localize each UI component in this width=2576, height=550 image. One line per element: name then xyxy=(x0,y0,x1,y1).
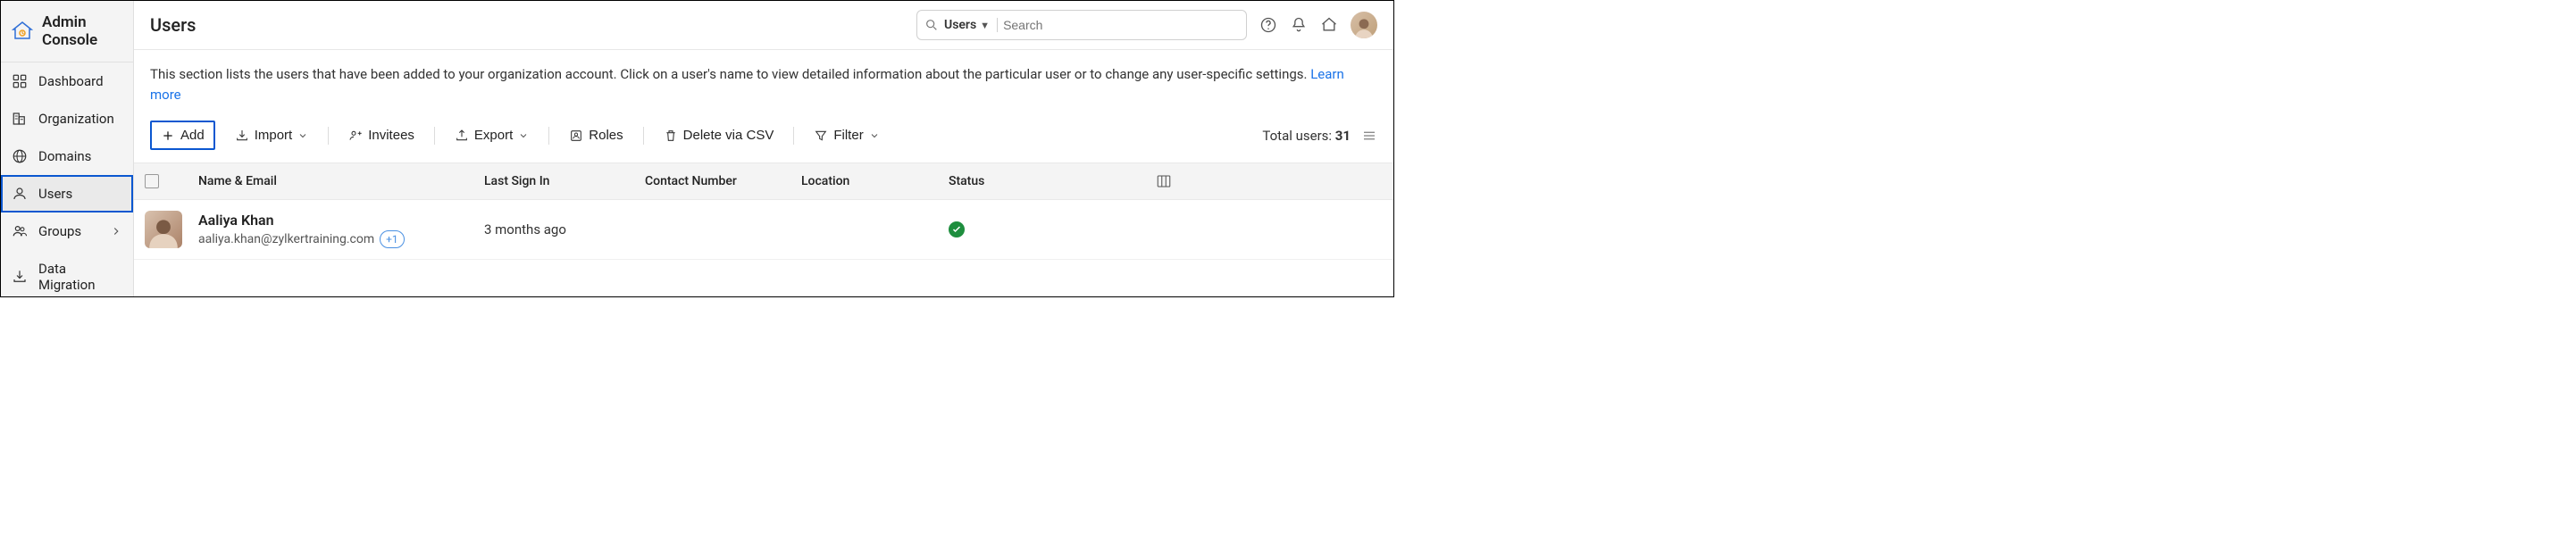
search-scope-label: Users xyxy=(944,18,976,32)
sidebar-item-label: Dashboard xyxy=(38,73,104,89)
select-all-checkbox[interactable] xyxy=(145,174,159,188)
topbar: Users Users ▼ xyxy=(134,1,1393,50)
table-header: Name & Email Last Sign In Contact Number… xyxy=(134,162,1393,200)
search-icon xyxy=(924,18,939,32)
sidebar-item-groups[interactable]: Groups xyxy=(1,212,133,250)
column-settings-icon[interactable] xyxy=(1156,173,1172,189)
sidebar-item-dashboard[interactable]: Dashboard xyxy=(1,62,133,100)
trash-icon xyxy=(664,129,678,143)
organization-icon xyxy=(12,111,28,127)
main-content: Users Users ▼ This section xyxy=(134,1,1393,296)
total-users: Total users: 31 xyxy=(1262,128,1351,144)
roles-button[interactable]: Roles xyxy=(560,122,631,148)
group-icon xyxy=(12,223,28,239)
filter-button[interactable]: Filter xyxy=(805,122,888,148)
sidebar-item-label: Domains xyxy=(38,148,91,164)
export-icon xyxy=(455,129,469,143)
user-email: aaliya.khan@zylkertraining.com +1 xyxy=(198,230,484,248)
user-row-avatar xyxy=(145,211,182,248)
import-button[interactable]: Import xyxy=(226,122,318,148)
chevron-right-icon xyxy=(110,225,122,238)
sidebar-item-organization[interactable]: Organization xyxy=(1,100,133,138)
last-signin-value: 3 months ago xyxy=(484,221,645,238)
sidebar-item-data-migration[interactable]: Data Migration xyxy=(1,250,133,304)
page-title: Users xyxy=(150,14,196,36)
user-name: Aaliya Khan xyxy=(198,212,484,229)
col-location[interactable]: Location xyxy=(801,174,949,188)
sidebar-header: Admin Console xyxy=(1,1,133,62)
user-icon xyxy=(12,186,28,202)
extra-email-badge[interactable]: +1 xyxy=(380,230,405,248)
search-input[interactable] xyxy=(1003,18,1239,32)
sidebar-item-label: Organization xyxy=(38,111,114,127)
col-contact[interactable]: Contact Number xyxy=(645,174,801,188)
caret-down-icon: ▼ xyxy=(980,20,990,31)
help-icon[interactable] xyxy=(1259,16,1277,34)
col-last-signin[interactable]: Last Sign In xyxy=(484,174,645,188)
status-value xyxy=(949,221,1136,238)
col-name-email[interactable]: Name & Email xyxy=(198,174,484,188)
roles-icon xyxy=(569,129,583,143)
export-button[interactable]: Export xyxy=(446,122,538,148)
col-status[interactable]: Status xyxy=(949,174,1136,188)
home-icon[interactable] xyxy=(1320,16,1338,34)
density-icon[interactable] xyxy=(1361,128,1377,144)
chevron-down-icon xyxy=(297,130,308,141)
chevron-down-icon xyxy=(518,130,529,141)
section-description: This section lists the users that have b… xyxy=(150,64,1377,104)
sidebar-item-label: Data Migration xyxy=(38,261,122,293)
globe-icon xyxy=(12,148,28,164)
import-icon xyxy=(235,129,249,143)
sidebar-item-label: Groups xyxy=(38,223,81,239)
table-row[interactable]: Aaliya Khan aaliya.khan@zylkertraining.c… xyxy=(134,200,1393,260)
user-avatar[interactable] xyxy=(1351,12,1377,38)
delete-csv-button[interactable]: Delete via CSV xyxy=(655,122,783,148)
migration-icon xyxy=(12,269,28,285)
app-logo-icon xyxy=(12,21,33,42)
bell-icon[interactable] xyxy=(1290,16,1308,34)
toolbar: Add Import Invitees Export xyxy=(150,121,1377,150)
add-button[interactable]: Add xyxy=(150,121,215,150)
app-title: Admin Console xyxy=(42,13,122,49)
status-active-icon xyxy=(949,221,965,238)
search-scope-selector[interactable]: Users ▼ xyxy=(944,18,998,32)
plus-icon xyxy=(161,129,175,143)
search-box[interactable]: Users ▼ xyxy=(916,10,1247,40)
sidebar-item-users[interactable]: Users xyxy=(1,175,133,212)
filter-icon xyxy=(814,129,828,143)
dashboard-icon xyxy=(12,73,28,89)
chevron-down-icon xyxy=(869,130,880,141)
sidebar-item-domains[interactable]: Domains xyxy=(1,138,133,175)
invitees-button[interactable]: Invitees xyxy=(339,122,423,148)
sidebar: Admin Console Dashboard Organization Dom… xyxy=(1,1,134,296)
sidebar-item-label: Users xyxy=(38,186,72,202)
invitees-icon xyxy=(348,129,363,143)
